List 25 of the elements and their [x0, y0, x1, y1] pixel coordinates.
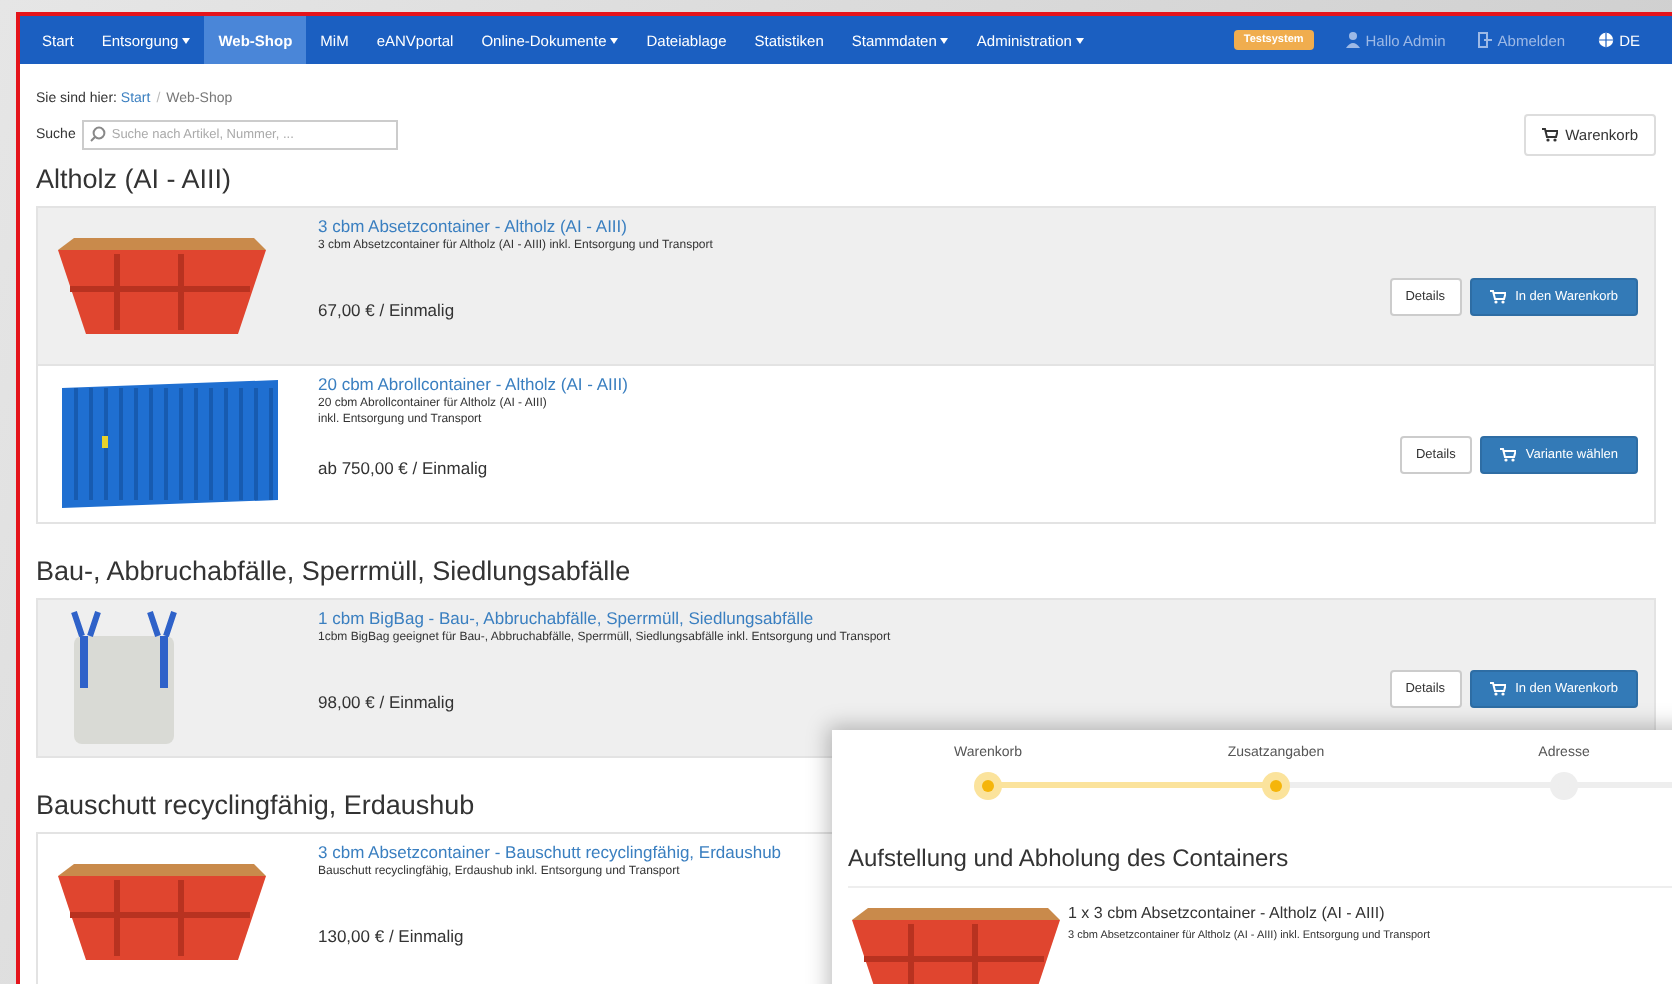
cart-icon — [1489, 289, 1506, 303]
category-heading: Bauschutt recyclingfähig, Erdaushub — [36, 790, 477, 820]
panel-heading: Aufstellung und Abholung des Containers — [848, 844, 1672, 888]
cart-icon — [1499, 447, 1516, 461]
caret-icon — [1075, 37, 1084, 43]
logout-icon — [1477, 32, 1492, 48]
caret-icon — [182, 37, 191, 43]
product-price: 130,00 € / Einmalig — [318, 926, 464, 946]
product-price: 67,00 € / Einmalig — [318, 300, 455, 320]
product-title-link[interactable]: 3 cbm Absetzcontainer - Bauschutt recyclingfähig, Erdaushub — [318, 842, 782, 862]
caret-icon — [610, 37, 619, 43]
product-price: 98,00 € / Einmalig — [318, 692, 455, 712]
category-heading: Altholz (AI - AIII) — [36, 164, 234, 194]
item-title: 1 x 3 cbm Absetzcontainer - Altholz (AI - AIII) — [1068, 904, 1387, 922]
cart-icon — [1489, 681, 1506, 695]
category-heading: Bau-, Abbruchabfälle, Sperrmüll, Siedlungsabfälle — [36, 556, 633, 586]
globe-icon — [1597, 32, 1614, 48]
product-title-link[interactable]: 3 cbm Absetzcontainer - Altholz (AI - AIII) — [318, 216, 627, 236]
product-title-link[interactable]: 20 cbm Abrollcontainer - Altholz (AI - AIII) — [318, 374, 628, 394]
cart-icon — [1541, 128, 1558, 142]
search-icon — [89, 126, 106, 142]
product-title-link[interactable]: 1 cbm BigBag - Bau-, Abbruchabfälle, Sperrmüll, Siedlungsabfälle — [318, 608, 814, 628]
product-price: ab 750,00 € / Einmalig — [318, 458, 488, 478]
user-icon — [1345, 32, 1360, 48]
caret-icon — [940, 37, 949, 43]
